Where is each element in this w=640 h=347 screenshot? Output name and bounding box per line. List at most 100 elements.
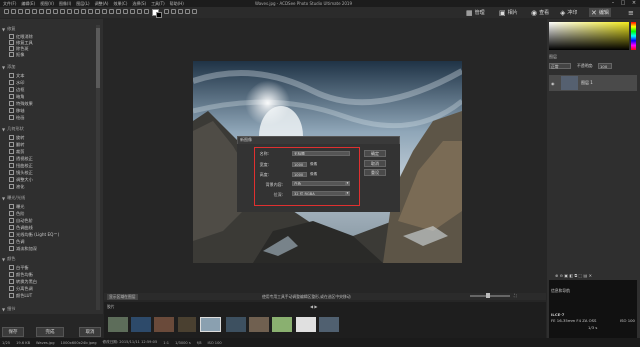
tool-item[interactable]: 旋转 <box>9 135 24 140</box>
clone-icon[interactable] <box>102 9 107 14</box>
more-menu-icon[interactable]: ≡ <box>628 8 634 17</box>
redo-icon[interactable] <box>171 9 176 14</box>
section-add[interactable]: ▼ 添加 <box>2 64 15 70</box>
filmstrip-thumb[interactable] <box>178 317 196 332</box>
eraser-icon[interactable] <box>67 9 72 14</box>
section-detail[interactable]: ▼ 细节 <box>2 306 15 312</box>
heal-icon[interactable] <box>109 9 114 14</box>
filmstrip-thumb[interactable] <box>226 317 246 332</box>
mode-manage[interactable]: ▦ 管理 <box>466 8 485 17</box>
section-geometry[interactable]: ▼ 几何形状 <box>2 126 24 132</box>
hue-slider[interactable] <box>631 22 636 50</box>
lasso-icon[interactable] <box>46 9 51 14</box>
zoom-slider[interactable] <box>470 295 510 297</box>
mode-develop[interactable]: ◈ 冲印 <box>560 8 577 17</box>
menu-tools[interactable]: 工具(T) <box>151 1 165 7</box>
layers-tab[interactable]: 图层 <box>549 54 557 60</box>
close-icon[interactable]: × <box>629 0 639 7</box>
tool-item[interactable]: 修复工具 <box>9 40 33 45</box>
tool-item[interactable]: 调整大小 <box>9 177 33 182</box>
tool-item[interactable]: 移轴 <box>9 108 24 113</box>
filmstrip-thumb[interactable] <box>108 317 128 332</box>
tool-item[interactable]: 分离色调 <box>9 286 33 291</box>
menu-help[interactable]: 帮助(H) <box>170 1 184 7</box>
menu-effect[interactable]: 效果(C) <box>113 1 127 7</box>
tool-item[interactable]: 颜色LUT <box>9 293 32 298</box>
filmstrip-thumb-selected[interactable] <box>200 317 221 332</box>
canvas-tab[interactable]: 显示区域在图层 <box>107 294 138 300</box>
layer-tools-row[interactable]: ⊕ ⊖ ▣ ◧ ⧉ ⬚ ▤ ✕ <box>555 273 592 278</box>
tool-item[interactable]: 色阶 <box>9 211 24 216</box>
menu-file[interactable]: 文件(F) <box>3 1 16 7</box>
tool-item[interactable]: 绘画 <box>9 115 24 120</box>
color-field[interactable] <box>549 22 629 50</box>
brush-icon[interactable] <box>60 9 65 14</box>
filmstrip-nav[interactable]: ◀ ▶ <box>310 304 317 309</box>
ok-button[interactable]: 确定 <box>364 150 386 157</box>
magic-wand-icon[interactable] <box>53 9 58 14</box>
crop-tool-icon[interactable] <box>25 9 30 14</box>
tool-item[interactable]: 转换为黑白 <box>9 279 37 284</box>
burn-icon[interactable] <box>123 9 128 14</box>
menu-layer[interactable]: 图层(L) <box>76 1 89 7</box>
mode-photos[interactable]: ▣ 相片 <box>499 8 518 17</box>
tool-item[interactable]: 抠像 <box>9 52 24 57</box>
menu-view[interactable]: 视图(V) <box>40 1 54 7</box>
filmstrip-thumb[interactable] <box>249 317 269 332</box>
mode-view[interactable]: ◉ 查看 <box>531 8 549 17</box>
tool-item[interactable]: 文本 <box>9 73 24 78</box>
eyedropper-icon[interactable] <box>144 9 149 14</box>
tool-item[interactable]: 边框 <box>9 87 24 92</box>
menu-select[interactable]: 选择(S) <box>132 1 146 7</box>
opacity-field[interactable]: 100 <box>598 63 612 69</box>
section-repair[interactable]: ▼ 修复 <box>2 26 15 32</box>
save-button[interactable]: 保存 <box>2 327 24 337</box>
sharpen-icon[interactable] <box>137 9 142 14</box>
filmstrip-thumb[interactable] <box>272 317 292 332</box>
menu-adjust[interactable]: 调整(A) <box>95 1 109 7</box>
tool-item[interactable]: 液化 <box>9 184 24 189</box>
dodge-icon[interactable] <box>116 9 121 14</box>
zoom-slider-handle[interactable] <box>486 293 490 298</box>
tool-item[interactable]: 自动色阶 <box>9 218 33 223</box>
tool-item[interactable]: 色调曲线 <box>9 225 33 230</box>
filmstrip-thumb[interactable] <box>131 317 151 332</box>
eye-icon[interactable]: ◉ <box>551 81 555 86</box>
rect-select-icon[interactable] <box>32 9 37 14</box>
fill-icon[interactable] <box>81 9 86 14</box>
tool-item[interactable]: 透视校正 <box>9 156 33 161</box>
blend-mode-select[interactable]: 正常 <box>549 63 571 69</box>
filmstrip-thumb[interactable] <box>154 317 174 332</box>
text-tool-icon[interactable] <box>88 9 93 14</box>
section-exposure[interactable]: ▼ 曝光/光线 <box>2 195 25 201</box>
tool-item[interactable]: 镜头校正 <box>9 170 33 175</box>
secondary-color-swatch[interactable] <box>156 12 162 18</box>
done-button[interactable]: 完成 <box>36 327 64 337</box>
reset-button[interactable]: 重设 <box>364 169 386 176</box>
tool-item[interactable]: 特殊效果 <box>9 101 33 106</box>
tool-item[interactable]: 白平衡 <box>9 265 29 270</box>
tool-item[interactable]: 除色斑 <box>9 46 29 51</box>
tool-item[interactable]: 暗角 <box>9 94 24 99</box>
tool-item[interactable]: 水印 <box>9 80 24 85</box>
tool-item[interactable]: 光线均衡 (Light EQ™) <box>9 232 59 237</box>
minimize-icon[interactable]: – <box>608 0 618 7</box>
zoom-tool-icon[interactable] <box>18 9 23 14</box>
pan-tool-icon[interactable] <box>11 9 16 14</box>
help-icon[interactable] <box>192 9 197 14</box>
menu-image[interactable]: 图像(I) <box>59 1 71 7</box>
zoom-fit-icon[interactable]: ⛶ <box>514 293 517 298</box>
menu-edit[interactable]: 编辑(E) <box>21 1 35 7</box>
gradient-icon[interactable] <box>74 9 79 14</box>
tool-item[interactable]: 翻转 <box>9 142 24 147</box>
maximize-icon[interactable]: □ <box>618 0 628 7</box>
filmstrip-thumb[interactable] <box>319 317 339 332</box>
settings-icon[interactable] <box>185 9 190 14</box>
tool-item[interactable]: 曝光 <box>9 204 24 209</box>
tool-item[interactable]: 裁剪 <box>9 149 24 154</box>
cancel-button[interactable]: 取消 <box>79 327 101 337</box>
tool-item[interactable]: 色调 <box>9 239 24 244</box>
section-color[interactable]: ▼ 颜色 <box>2 256 15 262</box>
filmstrip-thumb[interactable] <box>296 317 316 332</box>
scrollbar-thumb[interactable] <box>96 28 100 88</box>
